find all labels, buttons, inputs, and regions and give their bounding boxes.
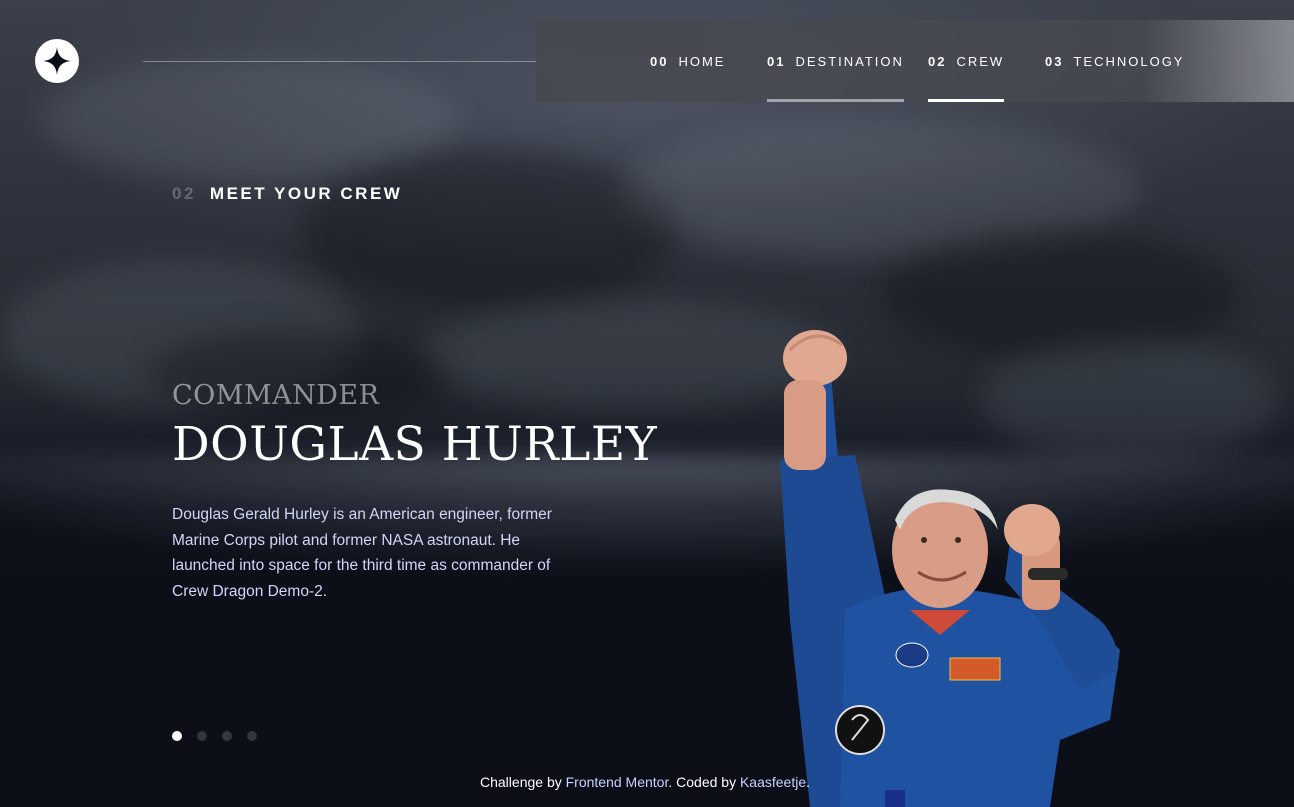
pagination-dot-4[interactable] [247, 731, 257, 741]
nav-underline [650, 99, 725, 102]
nav-number: 02 [928, 53, 947, 69]
nav-item-crew[interactable]: 02 CREW [928, 20, 1005, 102]
footer-attribution: Challenge by Frontend Mentor. Coded by K… [480, 774, 810, 790]
nav-item-technology[interactable]: 03 TECHNOLOGY [1045, 20, 1184, 102]
nav-label: CREW [956, 53, 1005, 69]
nav-underline [928, 99, 1005, 102]
pagination-dot-1[interactable] [172, 731, 182, 741]
logo[interactable] [35, 39, 79, 83]
nav-label: HOME [678, 53, 726, 69]
crew-bio: Douglas Gerald Hurley is an American eng… [172, 506, 552, 600]
pagination-dot-3[interactable] [222, 731, 232, 741]
pagination-dot-2[interactable] [197, 731, 207, 741]
nav-number: 01 [767, 53, 786, 69]
star-logo-icon [43, 47, 71, 75]
crew-member-image [780, 330, 1120, 807]
nav-label: TECHNOLOGY [1073, 53, 1185, 69]
page-heading: 02 MEET YOUR CREW [172, 184, 402, 204]
footer-suffix: . [806, 774, 811, 790]
nav-number: 00 [650, 53, 669, 69]
nav-underline [767, 99, 904, 102]
crew-name: Douglas Hurley [172, 417, 658, 472]
page-heading-number: 02 [172, 184, 196, 203]
header-divider [143, 61, 575, 62]
nav-label: DESTINATION [795, 53, 904, 69]
nav-underline [1045, 99, 1184, 102]
nav-item-home[interactable]: 00 HOME [650, 20, 725, 102]
crew-role: Commander [172, 380, 380, 411]
main-navigation: 00 HOME 01 DESTINATION 02 CREW 03 TECHNO… [536, 20, 1294, 102]
footer-prefix: Challenge by [480, 774, 566, 790]
crew-pagination [172, 731, 257, 741]
frontend-mentor-link[interactable]: Frontend Mentor [566, 774, 669, 790]
page-heading-text: MEET YOUR CREW [209, 184, 403, 203]
author-link[interactable]: Kaasfeetje [740, 774, 806, 790]
nav-number: 03 [1045, 53, 1064, 69]
footer-middle: . Coded by [668, 774, 740, 790]
nav-item-destination[interactable]: 01 DESTINATION [767, 20, 904, 102]
